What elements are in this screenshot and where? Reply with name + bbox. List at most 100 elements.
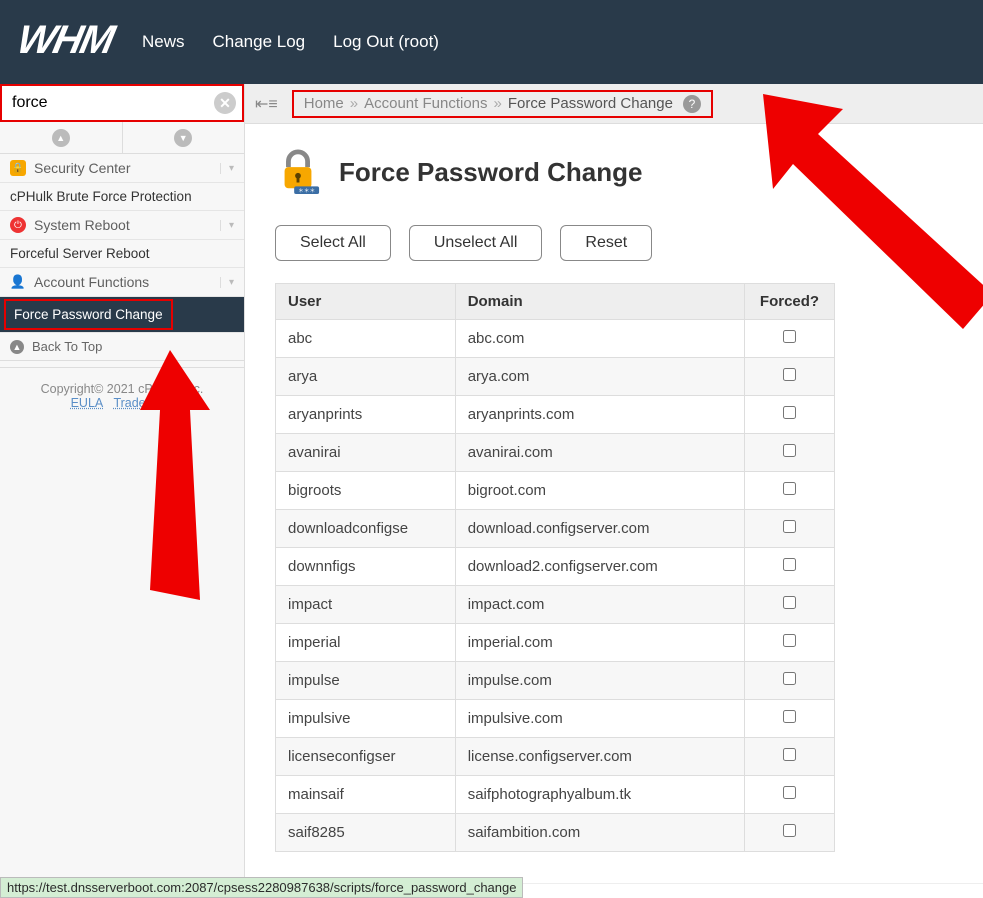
forced-checkbox[interactable] <box>783 710 796 723</box>
cell-domain: arya.com <box>455 358 744 396</box>
svg-text:＊＊＊: ＊＊＊ <box>298 188 315 194</box>
cell-forced <box>745 548 835 586</box>
sidebar-item-forceful-reboot[interactable]: Forceful Server Reboot <box>0 240 244 268</box>
cell-domain: imperial.com <box>455 624 744 662</box>
cell-user: impulse <box>276 662 456 700</box>
accounts-table: User Domain Forced? abcabc.comaryaarya.c… <box>275 283 835 852</box>
cell-user: downloadconfigse <box>276 510 456 548</box>
table-row: imperialimperial.com <box>276 624 835 662</box>
sort-asc-button[interactable]: ▲ <box>0 122 123 153</box>
cell-forced <box>745 586 835 624</box>
sidebar-cat-label: Account Functions <box>34 274 149 290</box>
eula-link[interactable]: EULA <box>71 396 104 410</box>
search-input[interactable] <box>2 90 242 116</box>
cell-forced <box>745 776 835 814</box>
table-row: aryanprintsaryanprints.com <box>276 396 835 434</box>
cell-domain: saifphotographyalbum.tk <box>455 776 744 814</box>
forced-checkbox[interactable] <box>783 558 796 571</box>
sidebar-item-force-password-change[interactable]: Force Password Change <box>0 297 244 333</box>
cell-domain: impulse.com <box>455 662 744 700</box>
forced-checkbox[interactable] <box>783 672 796 685</box>
table-row: impulseimpulse.com <box>276 662 835 700</box>
sidebar-item-cphulk[interactable]: cPHulk Brute Force Protection <box>0 183 244 211</box>
sidebar-back-to-top[interactable]: ▲ Back To Top <box>0 333 244 361</box>
table-row: bigrootsbigroot.com <box>276 472 835 510</box>
cell-domain: avanirai.com <box>455 434 744 472</box>
cell-domain: bigroot.com <box>455 472 744 510</box>
unselect-all-button[interactable]: Unselect All <box>409 225 543 261</box>
col-forced[interactable]: Forced? <box>745 284 835 320</box>
chevron-down-icon: ▾ <box>220 220 234 231</box>
table-row: mainsaifsaifphotographyalbum.tk <box>276 776 835 814</box>
forced-checkbox[interactable] <box>783 406 796 419</box>
cell-domain: license.configserver.com <box>455 738 744 776</box>
cell-user: saif8285 <box>276 814 456 852</box>
chevron-up-icon: ▲ <box>52 129 70 147</box>
breadcrumb: Home » Account Functions » Force Passwor… <box>292 90 713 118</box>
sidebar-cat-account-functions[interactable]: 👤 Account Functions ▾ <box>0 268 244 297</box>
sidebar: ✕ ▲ ▼ 🔒 Security Center ▾ cPHulk Brute F… <box>0 84 245 884</box>
nav-change-log[interactable]: Change Log <box>212 32 305 52</box>
forced-checkbox[interactable] <box>783 330 796 343</box>
chevron-down-icon: ▾ <box>220 163 234 174</box>
cell-forced <box>745 320 835 358</box>
select-all-button[interactable]: Select All <box>275 225 391 261</box>
cell-forced <box>745 662 835 700</box>
col-user[interactable]: User <box>276 284 456 320</box>
cell-domain: aryanprints.com <box>455 396 744 434</box>
cell-user: arya <box>276 358 456 396</box>
col-domain[interactable]: Domain <box>455 284 744 320</box>
cell-domain: download.configserver.com <box>455 510 744 548</box>
table-row: licenseconfigserlicense.configserver.com <box>276 738 835 776</box>
search-box: ✕ <box>0 84 244 122</box>
page-title: Force Password Change <box>339 157 642 188</box>
copyright-text: Copyright© 2021 cPanel, Inc. <box>6 382 238 396</box>
table-row: impulsiveimpulsive.com <box>276 700 835 738</box>
cell-domain: saifambition.com <box>455 814 744 852</box>
forced-checkbox[interactable] <box>783 482 796 495</box>
breadcrumb-current: Force Password Change <box>508 95 673 112</box>
sidebar-toggle-icon[interactable]: ⇤≡ <box>255 94 278 114</box>
sidebar-cat-label: System Reboot <box>34 217 130 233</box>
forced-checkbox[interactable] <box>783 786 796 799</box>
nav-log-out[interactable]: Log Out (root) <box>333 32 439 52</box>
cell-forced <box>745 624 835 662</box>
button-row: Select All Unselect All Reset <box>275 225 953 261</box>
cell-domain: download2.configserver.com <box>455 548 744 586</box>
forced-checkbox[interactable] <box>783 596 796 609</box>
cell-user: imperial <box>276 624 456 662</box>
cell-domain: impact.com <box>455 586 744 624</box>
sort-desc-button[interactable]: ▼ <box>123 122 245 153</box>
help-icon[interactable]: ? <box>683 95 701 113</box>
forced-checkbox[interactable] <box>783 634 796 647</box>
sidebar-active-label: Force Password Change <box>4 299 173 330</box>
forced-checkbox[interactable] <box>783 444 796 457</box>
sidebar-cat-security-center[interactable]: 🔒 Security Center ▾ <box>0 154 244 183</box>
forced-checkbox[interactable] <box>783 368 796 381</box>
table-row: downnfigsdownload2.configserver.com <box>276 548 835 586</box>
shield-icon: 🔒 <box>10 160 26 176</box>
breadcrumb-home[interactable]: Home <box>304 95 344 112</box>
table-row: impactimpact.com <box>276 586 835 624</box>
chevron-down-icon: ▼ <box>174 129 192 147</box>
forced-checkbox[interactable] <box>783 520 796 533</box>
sort-row: ▲ ▼ <box>0 122 244 154</box>
cell-forced <box>745 472 835 510</box>
arrow-up-icon: ▲ <box>10 340 24 354</box>
main: ⇤≡ Home » Account Functions » Force Pass… <box>245 84 983 884</box>
breadcrumb-sep: » <box>494 95 502 112</box>
table-row: avaniraiavanirai.com <box>276 434 835 472</box>
page-header: ＊＊＊ Force Password Change <box>275 148 953 197</box>
whm-logo: WHM <box>13 18 117 63</box>
chevron-down-icon: ▾ <box>220 277 234 288</box>
clear-search-icon[interactable]: ✕ <box>214 92 236 114</box>
cell-domain: abc.com <box>455 320 744 358</box>
breadcrumb-section[interactable]: Account Functions <box>364 95 487 112</box>
forced-checkbox[interactable] <box>783 748 796 761</box>
nav-news[interactable]: News <box>142 32 185 52</box>
reset-button[interactable]: Reset <box>560 225 652 261</box>
sidebar-cat-system-reboot[interactable]: ⏻ System Reboot ▾ <box>0 211 244 240</box>
sidebar-cat-label: Security Center <box>34 160 130 176</box>
trademark-link[interactable]: Trademark <box>113 396 173 410</box>
forced-checkbox[interactable] <box>783 824 796 837</box>
